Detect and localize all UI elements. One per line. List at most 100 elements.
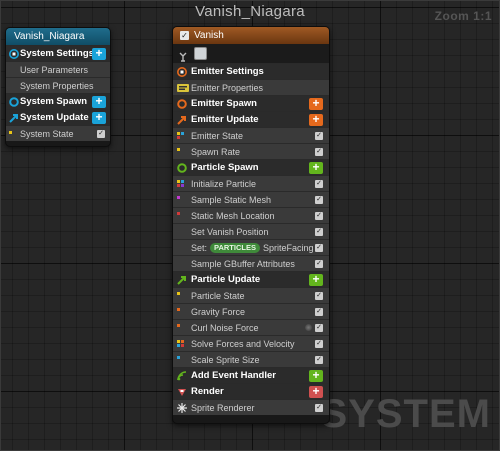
curl-noise-force-checkbox[interactable]: ✓ bbox=[315, 324, 323, 332]
gravity-force-checkbox[interactable]: ✓ bbox=[315, 308, 323, 316]
emitter-spawn-icon bbox=[177, 99, 187, 109]
set-parameter-row[interactable]: Set: PARTICLES SpriteFacing ✓ bbox=[173, 239, 329, 255]
emitter-thumbnail[interactable] bbox=[194, 47, 207, 60]
system-node[interactable]: Vanish_Niagara System Settings + User Pa… bbox=[5, 27, 111, 147]
particle-update-row[interactable]: Particle Update + bbox=[173, 271, 329, 287]
scale-sprite-size-row[interactable]: Scale Sprite Size ✓ bbox=[173, 351, 329, 367]
module-dot-icon bbox=[9, 129, 19, 139]
emitter-node[interactable]: ✓ Vanish Emitter Settings Emitter Proper… bbox=[172, 26, 330, 424]
add-event-handler-row[interactable]: Add Event Handler + bbox=[173, 367, 329, 383]
sample-gbuffer-label: Sample GBuffer Attributes bbox=[191, 258, 295, 269]
sample-static-mesh-checkbox[interactable]: ✓ bbox=[315, 196, 323, 204]
emitter-update-row[interactable]: Emitter Update + bbox=[173, 111, 329, 127]
set-suffix-label: SpriteFacing bbox=[262, 242, 314, 253]
sample-gbuffer-row[interactable]: Sample GBuffer Attributes ✓ bbox=[173, 255, 329, 271]
module-dot-icon bbox=[177, 291, 187, 301]
module-color-icon bbox=[177, 131, 187, 141]
set-vanish-position-checkbox[interactable]: ✓ bbox=[315, 228, 323, 236]
system-node-title: Vanish_Niagara bbox=[14, 31, 85, 42]
static-mesh-location-label: Static Mesh Location bbox=[191, 210, 275, 221]
user-parameters-row[interactable]: User Parameters bbox=[6, 61, 110, 77]
emitter-properties-icon bbox=[177, 83, 189, 93]
initialize-particle-label: Initialize Particle bbox=[191, 178, 257, 189]
module-color-icon bbox=[177, 339, 187, 349]
system-properties-label: System Properties bbox=[20, 80, 94, 91]
particle-update-label: Particle Update bbox=[191, 274, 261, 285]
render-label: Render bbox=[191, 386, 224, 397]
emitter-spawn-row[interactable]: Emitter Spawn + bbox=[173, 95, 329, 111]
user-parameters-label: User Parameters bbox=[20, 64, 89, 75]
particle-state-label: Particle State bbox=[191, 290, 245, 301]
spawn-rate-checkbox[interactable]: ✓ bbox=[315, 148, 323, 156]
emitter-update-label: Emitter Update bbox=[191, 114, 259, 125]
sprite-renderer-row[interactable]: Sprite Renderer ✓ bbox=[173, 399, 329, 415]
set-vanish-position-row[interactable]: Set Vanish Position ✓ bbox=[173, 223, 329, 239]
solve-forces-checkbox[interactable]: ✓ bbox=[315, 340, 323, 348]
solve-forces-row[interactable]: Solve Forces and Velocity ✓ bbox=[173, 335, 329, 351]
particle-update-icon bbox=[177, 275, 187, 285]
add-emitter-spawn-button[interactable]: + bbox=[309, 97, 323, 110]
event-handler-icon bbox=[177, 371, 187, 381]
add-event-handler-label: Add Event Handler bbox=[191, 370, 276, 381]
module-dot-icon bbox=[177, 211, 187, 221]
system-state-label: System State bbox=[20, 128, 74, 139]
add-particle-update-button[interactable]: + bbox=[309, 273, 323, 286]
sample-gbuffer-checkbox[interactable]: ✓ bbox=[315, 260, 323, 268]
particle-state-row[interactable]: Particle State ✓ bbox=[173, 287, 329, 303]
initialize-particle-row[interactable]: Initialize Particle ✓ bbox=[173, 175, 329, 191]
curl-noise-force-label: Curl Noise Force bbox=[191, 322, 259, 333]
emitter-settings-label: Emitter Settings bbox=[191, 66, 264, 77]
emitter-node-header[interactable]: ✓ Vanish bbox=[173, 27, 329, 44]
emitter-settings-toggle-icon[interactable] bbox=[178, 49, 188, 62]
set-parameter-checkbox[interactable]: ✓ bbox=[315, 244, 323, 252]
system-update-label: System Update bbox=[20, 112, 89, 123]
emitter-spawn-label: Emitter Spawn bbox=[191, 98, 257, 109]
add-system-settings-button[interactable]: + bbox=[92, 47, 106, 60]
system-state-checkbox[interactable]: ✓ bbox=[97, 130, 105, 138]
emitter-enabled-checkbox[interactable]: ✓ bbox=[180, 31, 189, 40]
add-particle-spawn-button[interactable]: + bbox=[309, 161, 323, 174]
zoom-label: Zoom 1:1 bbox=[434, 9, 492, 23]
render-icon bbox=[177, 387, 187, 397]
particle-spawn-row[interactable]: Particle Spawn + bbox=[173, 159, 329, 175]
add-system-spawn-button[interactable]: + bbox=[92, 95, 106, 108]
add-event-handler-button[interactable]: + bbox=[309, 369, 323, 382]
static-mesh-location-checkbox[interactable]: ✓ bbox=[315, 212, 323, 220]
spawn-rate-row[interactable]: Spawn Rate ✓ bbox=[173, 143, 329, 159]
system-settings-label: System Settings bbox=[20, 48, 94, 59]
gravity-force-row[interactable]: Gravity Force ✓ bbox=[173, 303, 329, 319]
module-dot-icon bbox=[177, 323, 187, 333]
render-row[interactable]: Render + bbox=[173, 383, 329, 399]
system-update-icon bbox=[9, 113, 19, 123]
emitter-settings-row[interactable]: Emitter Settings bbox=[173, 63, 329, 79]
emitter-state-row[interactable]: Emitter State ✓ bbox=[173, 127, 329, 143]
sprite-renderer-checkbox[interactable]: ✓ bbox=[315, 404, 323, 412]
emitter-state-checkbox[interactable]: ✓ bbox=[315, 132, 323, 140]
scale-sprite-size-checkbox[interactable]: ✓ bbox=[315, 356, 323, 364]
gravity-force-label: Gravity Force bbox=[191, 306, 246, 317]
set-prefix-label: Set: bbox=[191, 242, 208, 253]
emitter-properties-row[interactable]: Emitter Properties bbox=[173, 79, 329, 95]
system-spawn-row[interactable]: System Spawn + bbox=[6, 93, 110, 109]
system-settings-row[interactable]: System Settings + bbox=[6, 45, 110, 61]
system-state-row[interactable]: System State ✓ bbox=[6, 125, 110, 141]
particle-state-checkbox[interactable]: ✓ bbox=[315, 292, 323, 300]
system-update-row[interactable]: System Update + bbox=[6, 109, 110, 125]
add-emitter-update-button[interactable]: + bbox=[309, 113, 323, 126]
sprite-renderer-icon bbox=[177, 403, 187, 413]
system-properties-row[interactable]: System Properties bbox=[6, 77, 110, 93]
initialize-particle-checkbox[interactable]: ✓ bbox=[315, 180, 323, 188]
static-mesh-location-row[interactable]: Static Mesh Location ✓ bbox=[173, 207, 329, 223]
sprite-renderer-label: Sprite Renderer bbox=[191, 402, 255, 413]
emitter-update-icon bbox=[177, 115, 187, 125]
sample-static-mesh-row[interactable]: Sample Static Mesh ✓ bbox=[173, 191, 329, 207]
curl-noise-force-row[interactable]: Curl Noise Force ✓ bbox=[173, 319, 329, 335]
solve-forces-label: Solve Forces and Velocity bbox=[191, 338, 295, 349]
add-renderer-button[interactable]: + bbox=[309, 385, 323, 398]
system-node-header[interactable]: Vanish_Niagara bbox=[6, 28, 110, 45]
add-system-update-button[interactable]: + bbox=[92, 111, 106, 124]
module-dot-icon bbox=[177, 147, 187, 157]
emitter-state-label: Emitter State bbox=[191, 130, 244, 141]
particles-namespace-pill: PARTICLES bbox=[210, 242, 260, 253]
particle-spawn-label: Particle Spawn bbox=[191, 162, 259, 173]
